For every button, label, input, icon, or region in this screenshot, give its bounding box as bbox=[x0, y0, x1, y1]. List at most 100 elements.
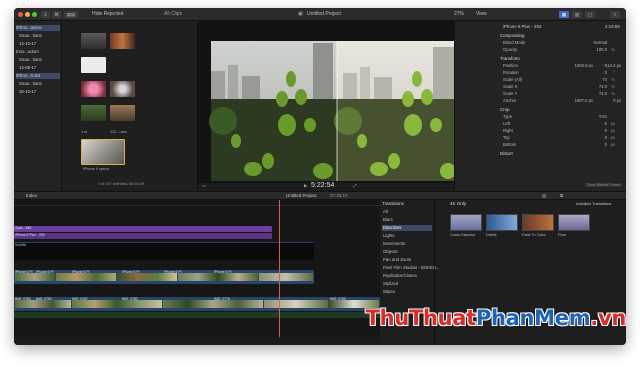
transitions-browser-icon[interactable]: ⧉ bbox=[560, 193, 563, 198]
category-blurs[interactable]: Blurs bbox=[382, 217, 432, 223]
row-value[interactable]: 0 bbox=[605, 142, 607, 148]
library-item[interactable]: iPhon...6 dot bbox=[16, 73, 60, 79]
library-item[interactable]: Smar...tions bbox=[19, 57, 42, 63]
category-dissolves[interactable]: Dissolves bbox=[382, 225, 432, 231]
clip-thumbnail[interactable] bbox=[81, 105, 106, 121]
row-value[interactable]: 0 bbox=[605, 70, 607, 76]
inspector-row[interactable]: Scale (All) 74% bbox=[503, 77, 625, 83]
viewer-frame[interactable] bbox=[198, 21, 454, 191]
row-value[interactable]: 74.0 bbox=[599, 84, 607, 90]
inspector-row[interactable]: Right 0 px bbox=[503, 128, 625, 134]
compositing-section[interactable]: Compositing bbox=[500, 33, 625, 39]
row-value[interactable]: 0 bbox=[605, 135, 607, 141]
keyword-icon[interactable]: ⌘ bbox=[52, 11, 61, 18]
category-lights[interactable]: Lights bbox=[382, 233, 432, 239]
layout-icon[interactable]: ▦ bbox=[559, 11, 569, 18]
row-value[interactable]: 74 bbox=[602, 77, 607, 83]
inspector-row[interactable]: Left 0 px bbox=[503, 121, 625, 127]
transform-icon[interactable]: ▭ bbox=[202, 183, 206, 189]
library-item[interactable]: Inno...edom bbox=[16, 49, 39, 55]
library-toggle-button[interactable]: ▤▤ bbox=[64, 11, 78, 18]
library-item[interactable]: Smar...tions bbox=[19, 33, 42, 39]
category-replicator[interactable]: Replicator/Clones bbox=[382, 273, 432, 279]
title-clip[interactable]: iPhone 6 Plus - 393 bbox=[14, 233, 272, 239]
clip-thumbnail[interactable] bbox=[81, 57, 106, 73]
category-pan-and-zoom[interactable]: Pan and Zoom bbox=[382, 257, 432, 263]
4k-filter-checkbox[interactable]: 4K Only bbox=[450, 201, 466, 206]
transition-cross-dissolve[interactable] bbox=[450, 214, 482, 231]
distort-section[interactable]: Distort bbox=[500, 151, 625, 157]
row-value[interactable]: 0 bbox=[605, 128, 607, 134]
inspector-row[interactable]: Rotation 0 ° bbox=[503, 70, 625, 76]
inspector-row[interactable]: Bottom 0 px bbox=[503, 142, 625, 148]
play-icon[interactable]: ▶ bbox=[304, 183, 307, 189]
audio-meter-icon[interactable]: ▥ bbox=[572, 11, 582, 18]
library-item[interactable]: 14-10-17 bbox=[19, 41, 36, 47]
clip-thumbnail[interactable] bbox=[110, 81, 135, 97]
row-value[interactable]: 1050.9 px bbox=[575, 63, 593, 69]
inspector-row[interactable]: Top 0 px bbox=[503, 135, 625, 141]
save-preset-button[interactable]: Save Effects Preset bbox=[585, 183, 623, 187]
timeline-ruler[interactable] bbox=[14, 200, 380, 206]
inspector-toggle-icon[interactable]: ▢ bbox=[585, 11, 595, 18]
inspector-row[interactable]: Type Trim bbox=[503, 114, 625, 120]
row-value[interactable]: 74.0 bbox=[599, 91, 607, 97]
row-value-y[interactable]: -514.4 px bbox=[604, 63, 621, 69]
category-all[interactable]: All bbox=[382, 209, 432, 215]
category-movements[interactable]: Movements bbox=[382, 241, 432, 247]
clip-thumbnail[interactable] bbox=[81, 33, 106, 49]
clip-thumbnail[interactable] bbox=[110, 33, 135, 49]
transition-divide[interactable] bbox=[486, 214, 518, 231]
clip-thumbnail[interactable] bbox=[81, 81, 106, 97]
selected-clip-thumbnail[interactable] bbox=[81, 139, 125, 165]
inspector-row[interactable]: Scale X 74.0% bbox=[503, 84, 625, 90]
transform-section[interactable]: Transform bbox=[500, 56, 625, 62]
row-value[interactable]: 100.0 bbox=[597, 47, 607, 53]
library-item[interactable]: iPhon...aview bbox=[16, 25, 60, 31]
audio-waveform[interactable] bbox=[14, 312, 380, 318]
index-button[interactable]: Index bbox=[26, 193, 37, 198]
row-value[interactable]: Trim bbox=[599, 114, 607, 120]
category-objects[interactable]: Objects bbox=[382, 249, 432, 255]
transition-flow[interactable] bbox=[558, 214, 590, 231]
category-wipes[interactable]: Wipes bbox=[382, 289, 432, 295]
minimize-window-button[interactable] bbox=[25, 12, 30, 17]
effects-browser-icon[interactable]: ▤ bbox=[542, 193, 546, 199]
clip-filter[interactable]: All Clips bbox=[164, 11, 182, 18]
library-item[interactable]: 16-10-17 bbox=[19, 89, 36, 95]
share-icon[interactable]: ⇧ bbox=[610, 11, 620, 18]
close-window-button[interactable] bbox=[18, 12, 23, 17]
inspector-row[interactable]: Blend Mode Normal bbox=[503, 40, 625, 46]
inspector-row[interactable]: Opacity 100.0% bbox=[503, 47, 625, 53]
clip-thumbnail[interactable] bbox=[110, 105, 135, 121]
title-clip[interactable]: Styla - 480 bbox=[14, 226, 272, 232]
crop-section[interactable]: Crop bbox=[500, 107, 625, 113]
row-value[interactable]: Normal bbox=[594, 40, 608, 46]
video-track[interactable]: IMG_0781 IMG_0783 IMG_0787 IMG_0782 IMG_… bbox=[14, 297, 380, 311]
inspector-row[interactable]: Position 1050.9 px -514.4 px bbox=[503, 63, 625, 69]
library-item[interactable]: 14-08-17 bbox=[19, 65, 36, 71]
category-stylized[interactable]: Stylized bbox=[382, 281, 432, 287]
row-value-y[interactable]: 0 px bbox=[613, 98, 621, 104]
timeline-scrollbar[interactable] bbox=[14, 337, 380, 345]
inspector-row[interactable]: Anchor 1997.0 px 0 px bbox=[503, 98, 625, 104]
library-filter[interactable]: Hide Rejected bbox=[92, 11, 123, 18]
zoom-level[interactable]: 27% bbox=[454, 11, 464, 18]
category-pixel-film[interactable]: Pixel Film Studios - BOKEH... bbox=[382, 265, 440, 271]
import-icon[interactable]: ⇩ bbox=[41, 11, 50, 18]
playhead[interactable] bbox=[279, 200, 280, 345]
row-label: Opacity bbox=[503, 47, 518, 52]
fullscreen-icon[interactable]: ⤢ bbox=[353, 183, 357, 188]
video-track[interactable]: iPhone 6 Pl iPhone 6 Pl iPhone 6 Pl iPho… bbox=[14, 270, 314, 284]
installed-transitions-label: Installed Transitions bbox=[576, 201, 612, 206]
library-item[interactable]: Smar...tions bbox=[19, 81, 42, 87]
transition-fade-to-color[interactable] bbox=[522, 214, 554, 231]
zoom-window-button[interactable] bbox=[32, 12, 37, 17]
subtitle-clip[interactable]: Subtitle bbox=[14, 242, 314, 260]
watermark-logo: ThuThuatPhanMem.vn bbox=[366, 306, 627, 330]
row-value[interactable]: 0 bbox=[605, 121, 607, 127]
view-menu[interactable]: View bbox=[476, 11, 487, 18]
row-value[interactable]: 1997.0 px bbox=[575, 98, 593, 104]
watermark-part: .vn bbox=[590, 306, 626, 330]
inspector-row[interactable]: Scale Y 74.0% bbox=[503, 91, 625, 97]
